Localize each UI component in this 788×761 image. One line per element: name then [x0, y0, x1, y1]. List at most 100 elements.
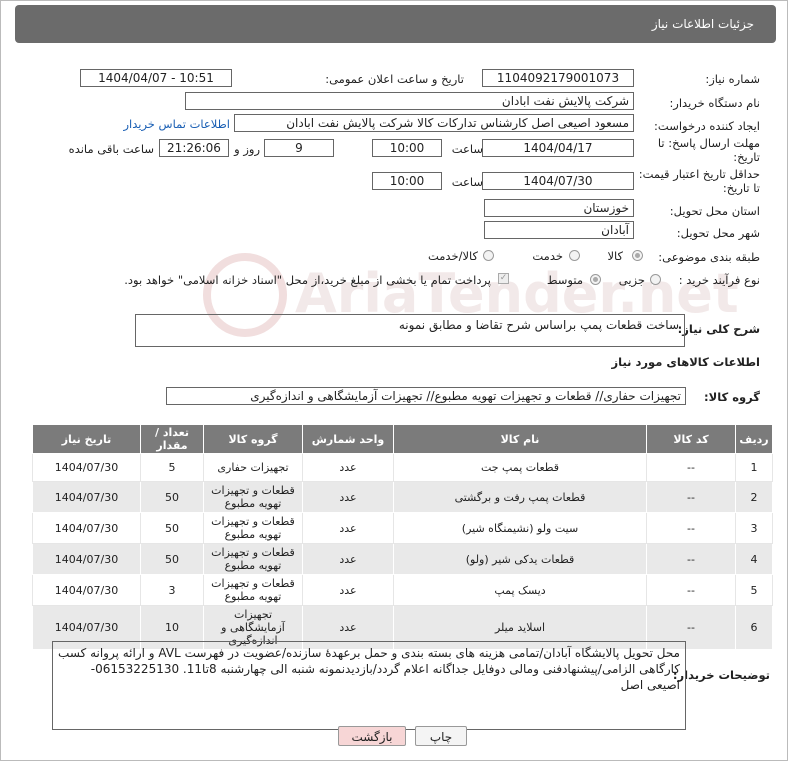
cell-item-group: قطعات و تجهیزات تهویه مطبوع [203, 543, 303, 575]
remaining-time-field: 21:26:06 [159, 139, 229, 157]
category-radio-goods-service[interactable] [483, 250, 494, 261]
description-label: شرح کلی نیاز: [677, 322, 760, 336]
col-item-name: نام کالا [393, 424, 647, 454]
category-radio-goods[interactable] [632, 250, 643, 261]
col-item-code: کد کالا [646, 424, 736, 454]
cell-quantity: 50 [140, 543, 204, 575]
table-row: 1 -- قطعات پمپ جت عدد تجهیزات حفاری 5 14… [32, 453, 773, 482]
cell-need-date: 1404/07/30 [32, 453, 141, 482]
city-label: شهر محل تحویل: [676, 226, 760, 240]
col-unit: واحد شمارش [302, 424, 394, 454]
buyer-notes-textarea[interactable]: محل تحویل پالایشگاه آبادان/تمامی هزینه ه… [52, 641, 686, 730]
category-option-goods-service: کالا/خدمت [427, 249, 478, 263]
goods-info-title: اطلاعات کالاهای مورد نیاز [611, 355, 760, 369]
deadline-time-field: 10:00 [372, 139, 442, 157]
category-option-goods: کالا [607, 249, 623, 263]
cell-item-name: سیت ولو (نشیمنگاه شیر) [393, 512, 647, 544]
col-need-date: تاریخ نیاز [32, 424, 141, 454]
description-text: ساخت قطعات پمپ براساس شرح تقاضا و مطابق … [398, 318, 679, 332]
process-radio-medium[interactable] [590, 274, 601, 285]
treasury-checkbox[interactable]: ✓ [498, 273, 509, 284]
need-number-label: شماره نیاز: [705, 72, 760, 86]
buyer-org-field: شرکت پالایش نفت ابادان [185, 92, 634, 110]
category-radio-service[interactable] [569, 250, 580, 261]
buyer-org-label: نام دستگاه خریدار: [669, 96, 760, 110]
cell-item-name: قطعات پمپ رفت و برگشتی [393, 481, 647, 513]
validity-label: حداقل تاریخ اعتبار قیمت: [638, 167, 760, 181]
cell-item-group: قطعات و تجهیزات تهویه مطبوع [203, 574, 303, 606]
cell-unit: عدد [302, 512, 394, 544]
cell-row-number: 3 [735, 512, 773, 544]
goods-table: ردیف کد کالا نام کالا واحد شمارش گروه کا… [32, 424, 773, 650]
process-label: نوع فرآیند خرید : [678, 273, 760, 287]
buyer-notes-label: توضیحات خریدار: [672, 668, 770, 682]
cell-item-code: -- [646, 453, 736, 482]
cell-row-number: 1 [735, 453, 773, 482]
requester-field: مسعود اصیعی اصل کارشناس تدارکات کالا شرک… [234, 114, 634, 132]
cell-row-number: 2 [735, 481, 773, 513]
cell-item-code: -- [646, 512, 736, 544]
cell-item-group: تجهیزات حفاری [203, 453, 303, 482]
days-field: 9 [264, 139, 334, 157]
header-bar: جزئیات اطلاعات نیاز [15, 5, 776, 43]
cell-item-name: قطعات پمپ جت [393, 453, 647, 482]
validity-time-word: ساعت [451, 175, 483, 189]
deadline-label-date: تاریخ: [733, 150, 760, 164]
cell-item-name: دیسک پمپ [393, 574, 647, 606]
cell-unit: عدد [302, 453, 394, 482]
province-field: خوزستان [484, 199, 634, 217]
process-option-medium: متوسط [546, 273, 583, 287]
cell-unit: عدد [302, 543, 394, 575]
payment-note: پرداخت تمام یا بخشی از مبلغ خرید،از محل … [124, 273, 491, 287]
deadline-date-field: 1404/04/17 [482, 139, 634, 157]
cell-item-group: قطعات و تجهیزات تهویه مطبوع [203, 512, 303, 544]
cell-need-date: 1404/07/30 [32, 543, 141, 575]
table-row: 4 -- قطعات یدکی شیر (ولو) عدد قطعات و تج… [32, 543, 773, 575]
col-quantity: تعداد / مقدار [140, 424, 204, 454]
table-row: 5 -- دیسک پمپ عدد قطعات و تجهیزات تهویه … [32, 574, 773, 606]
table-row: 2 -- قطعات پمپ رفت و برگشتی عدد قطعات و … [32, 481, 773, 513]
days-word: روز و [234, 142, 260, 156]
requester-label: ایجاد کننده درخواست: [654, 119, 760, 133]
validity-date-field: 1404/07/30 [482, 172, 634, 190]
table-row: 3 -- سیت ولو (نشیمنگاه شیر) عدد قطعات و … [32, 512, 773, 544]
cell-quantity: 50 [140, 512, 204, 544]
deadline-label: مهلت ارسال پاسخ: تا [657, 136, 760, 150]
goods-group-field: تجهیزات حفاری// قطعات و تجهیزات تهویه مط… [166, 387, 686, 405]
cell-unit: عدد [302, 574, 394, 606]
page-title: جزئیات اطلاعات نیاز [651, 17, 754, 31]
process-radio-minor[interactable] [650, 274, 661, 285]
category-label: طبقه بندی موضوعی: [658, 250, 760, 264]
announce-label: تاریخ و ساعت اعلان عمومی: [325, 72, 464, 86]
cell-quantity: 5 [140, 453, 204, 482]
category-option-service: خدمت [532, 249, 563, 263]
process-option-minor: جزیی [618, 273, 645, 287]
table-header-row: ردیف کد کالا نام کالا واحد شمارش گروه کا… [32, 424, 773, 454]
cell-row-number: 4 [735, 543, 773, 575]
cell-need-date: 1404/07/30 [32, 481, 141, 513]
cell-item-code: -- [646, 481, 736, 513]
col-item-group: گروه کالا [203, 424, 303, 454]
back-button[interactable]: بازگشت [338, 726, 406, 746]
cell-item-code: -- [646, 543, 736, 575]
description-textarea[interactable]: ساخت قطعات پمپ براساس شرح تقاضا و مطابق … [135, 314, 685, 347]
cell-need-date: 1404/07/30 [32, 512, 141, 544]
contact-info-link[interactable]: اطلاعات تماس خریدار [123, 117, 230, 131]
province-label: استان محل تحویل: [669, 204, 760, 218]
validity-label-date: تا تاریخ: [722, 181, 760, 195]
cell-unit: عدد [302, 481, 394, 513]
announce-field: 1404/04/07 - 10:51 [80, 69, 232, 87]
need-number-field: 1104092179001073 [482, 69, 634, 87]
goods-group-label: گروه کالا: [704, 390, 760, 404]
cell-item-name: قطعات یدکی شیر (ولو) [393, 543, 647, 575]
city-field: آبادان [484, 221, 634, 239]
cell-quantity: 3 [140, 574, 204, 606]
deadline-time-word: ساعت [451, 142, 483, 156]
col-row-number: ردیف [735, 424, 773, 454]
validity-time-field: 10:00 [372, 172, 442, 190]
print-button[interactable]: چاپ [415, 726, 467, 746]
buyer-notes-text: محل تحویل پالایشگاه آبادان/تمامی هزینه ه… [58, 646, 680, 692]
cell-row-number: 6 [735, 605, 773, 650]
cell-row-number: 5 [735, 574, 773, 606]
cell-item-group: قطعات و تجهیزات تهویه مطبوع [203, 481, 303, 513]
